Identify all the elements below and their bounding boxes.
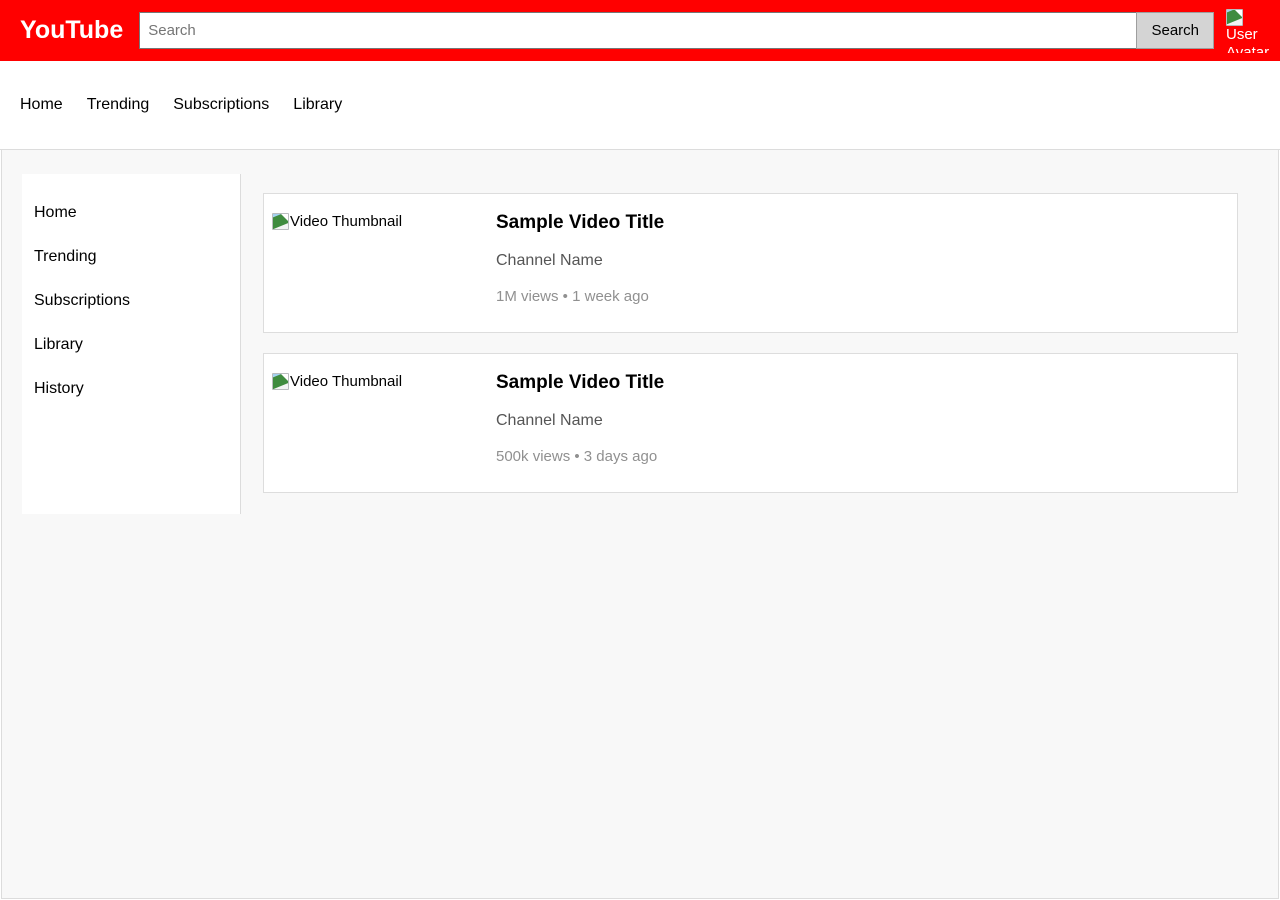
thumbnail-broken-image: Video Thumbnail	[272, 213, 402, 230]
main-navbar: Home Trending Subscriptions Library	[0, 61, 1280, 150]
sidebar: Home Trending Subscriptions Library Hist…	[22, 174, 241, 514]
avatar-alt-text: User Avatar	[1226, 25, 1270, 53]
broken-image-icon	[272, 373, 289, 390]
thumbnail-alt-text: Video Thumbnail	[290, 373, 403, 390]
video-title[interactable]: Sample Video Title	[496, 372, 1217, 394]
sidebar-item-subscriptions[interactable]: Subscriptions	[22, 282, 240, 320]
search-button[interactable]: Search	[1136, 12, 1214, 49]
thumbnail-alt-text: Video Thumbnail	[290, 213, 403, 230]
search-bar: Search	[139, 12, 1214, 49]
video-info: Sample Video Title Channel Name 1M views…	[496, 212, 1217, 305]
video-meta: 1M views • 1 week ago	[496, 288, 649, 306]
nav-item-library[interactable]: Library	[293, 97, 342, 113]
nav-item-subscriptions[interactable]: Subscriptions	[173, 97, 269, 113]
youtube-logo[interactable]: YouTube	[20, 18, 123, 43]
nav-item-trending[interactable]: Trending	[87, 97, 150, 113]
channel-name[interactable]: Channel Name	[496, 252, 1217, 270]
broken-image-fold	[1235, 9, 1242, 17]
broken-image-icon	[1226, 8, 1243, 26]
video-meta: 500k views • 3 days ago	[496, 448, 658, 466]
video-info: Sample Video Title Channel Name 500k vie…	[496, 372, 1217, 465]
video-card[interactable]: Video Thumbnail Sample Video Title Chann…	[263, 193, 1238, 333]
sidebar-item-trending[interactable]: Trending	[22, 238, 240, 276]
broken-image-fold	[281, 214, 288, 221]
channel-name[interactable]: Channel Name	[496, 412, 1217, 430]
sidebar-item-home[interactable]: Home	[22, 194, 240, 232]
video-thumbnail[interactable]: Video Thumbnail	[272, 212, 496, 235]
page-container: Home Trending Subscriptions Library Hist…	[1, 150, 1279, 899]
video-card[interactable]: Video Thumbnail Sample Video Title Chann…	[263, 353, 1238, 493]
sidebar-item-history[interactable]: History	[22, 370, 240, 408]
broken-image-fold	[281, 374, 288, 381]
thumbnail-broken-image: Video Thumbnail	[272, 373, 402, 390]
search-input[interactable]	[139, 12, 1137, 49]
app-header: YouTube Search User Avatar	[0, 0, 1280, 61]
video-title[interactable]: Sample Video Title	[496, 212, 1217, 234]
user-avatar[interactable]: User Avatar	[1226, 8, 1270, 53]
nav-item-home[interactable]: Home	[20, 97, 63, 113]
broken-image-icon	[272, 213, 289, 230]
avatar-broken-image: User Avatar	[1226, 8, 1270, 53]
video-list: Video Thumbnail Sample Video Title Chann…	[241, 150, 1278, 513]
video-thumbnail[interactable]: Video Thumbnail	[272, 372, 496, 395]
sidebar-item-library[interactable]: Library	[22, 326, 240, 364]
